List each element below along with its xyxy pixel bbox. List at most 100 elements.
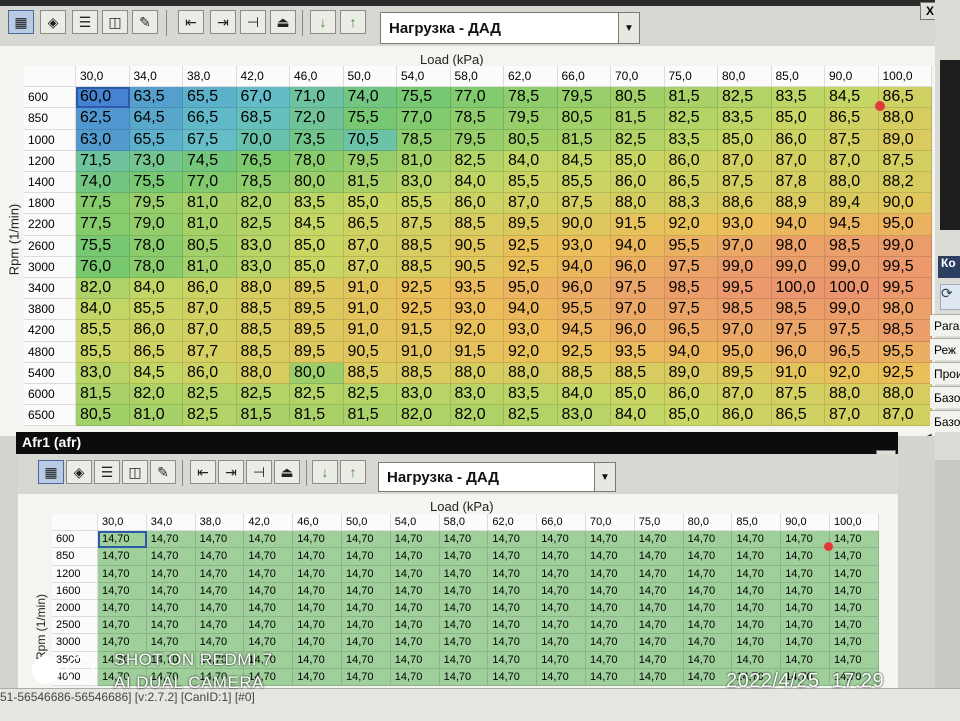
table-cell[interactable]: 93,0	[718, 214, 772, 236]
table-cell[interactable]: 82,5	[236, 214, 290, 236]
table-cell[interactable]: 14,70	[293, 565, 342, 583]
table-cell[interactable]: 14,70	[390, 651, 440, 669]
row-header[interactable]: 1600	[52, 582, 98, 600]
table-cell[interactable]: 14,70	[488, 531, 538, 549]
table-cell[interactable]: 81,0	[183, 256, 237, 278]
table-cell[interactable]: 62,5	[76, 108, 130, 130]
table-cell[interactable]: 77,0	[450, 87, 504, 109]
table-cell[interactable]: 95,5	[664, 235, 718, 257]
side-panel-item[interactable]: Базов	[930, 410, 960, 432]
table-cell[interactable]: 99,0	[825, 256, 879, 278]
chevron-down-icon[interactable]: ▼	[618, 13, 639, 43]
table-cell[interactable]: 82,5	[450, 150, 504, 172]
row-header[interactable]: 1200	[52, 565, 98, 583]
table-cell[interactable]: 63,5	[129, 87, 183, 109]
table-cell[interactable]: 85,0	[718, 129, 772, 151]
column-header[interactable]: 90,0	[781, 514, 830, 532]
table-cell[interactable]: 14,70	[537, 582, 586, 600]
table-cell[interactable]: 14,70	[830, 582, 879, 600]
table-cell[interactable]: 14,70	[488, 617, 538, 635]
table-cell[interactable]: 87,0	[504, 193, 558, 215]
row-header[interactable]: 3000	[52, 634, 98, 652]
table-cell[interactable]: 14,70	[98, 634, 147, 652]
table-cell[interactable]: 85,0	[290, 256, 344, 278]
table-cell[interactable]: 91,0	[343, 278, 397, 300]
table-cell[interactable]: 14,70	[195, 548, 245, 566]
table-cell[interactable]: 14,70	[732, 600, 782, 618]
table-cell[interactable]: 88,5	[236, 320, 290, 342]
table-cell[interactable]: 88,5	[343, 362, 397, 384]
table-cell[interactable]: 14,70	[342, 565, 391, 583]
table-cell[interactable]: 14,70	[98, 531, 147, 549]
table-cell[interactable]: 81,5	[343, 405, 397, 427]
table-cell[interactable]: 100,0	[771, 278, 825, 300]
table-cell[interactable]: 14,70	[830, 565, 879, 583]
table-cell[interactable]: 14,70	[98, 600, 147, 618]
table-cell[interactable]: 84,5	[825, 87, 879, 109]
table-cell[interactable]: 14,70	[98, 617, 147, 635]
table-cell[interactable]: 91,0	[343, 320, 397, 342]
table-cell[interactable]: 14,70	[488, 565, 538, 583]
table-cell[interactable]: 14,70	[732, 651, 782, 669]
table-cell[interactable]: 96,5	[825, 341, 879, 363]
table-cell[interactable]: 93,5	[611, 341, 665, 363]
table-cell[interactable]: 95,0	[878, 214, 932, 236]
table-cell[interactable]: 82,5	[290, 384, 344, 406]
table-cell[interactable]: 94,0	[664, 341, 718, 363]
table-cell[interactable]: 97,0	[611, 299, 665, 321]
table-cell[interactable]: 14,70	[439, 651, 489, 669]
table-cell[interactable]: 83,5	[504, 384, 558, 406]
table-cell[interactable]: 14,70	[488, 668, 538, 686]
row-header[interactable]: 1400	[24, 172, 76, 194]
table-cell[interactable]: 87,0	[771, 150, 825, 172]
table-cell[interactable]: 87,0	[718, 150, 772, 172]
table-cell[interactable]: 14,70	[390, 600, 440, 618]
table-cell[interactable]: 87,5	[825, 129, 879, 151]
table-cell[interactable]: 14,70	[293, 600, 342, 618]
table-cell[interactable]: 86,5	[771, 405, 825, 427]
refresh-icon[interactable]: ⟳	[940, 284, 960, 310]
table-cell[interactable]: 88,0	[504, 362, 558, 384]
table-cell[interactable]: 86,5	[825, 108, 879, 130]
table-cell[interactable]: 92,5	[504, 256, 558, 278]
column-header[interactable]: 46,0	[293, 514, 342, 532]
table-cell[interactable]: 65,5	[129, 129, 183, 151]
table-cell[interactable]: 87,0	[825, 150, 879, 172]
row-header[interactable]: 1200	[24, 150, 76, 172]
table-view-icon[interactable]: ▦	[8, 10, 34, 34]
table-cell[interactable]: 14,70	[683, 600, 733, 618]
table-cell[interactable]: 14,70	[439, 582, 489, 600]
table-cell[interactable]: 82,5	[664, 108, 718, 130]
table-cell[interactable]: 92,5	[397, 299, 451, 321]
table-cell[interactable]: 14,70	[537, 531, 586, 549]
table-cell[interactable]: 88,0	[878, 108, 932, 130]
table-cell[interactable]: 88,5	[397, 235, 451, 257]
table-cell[interactable]: 78,5	[450, 108, 504, 130]
split-horizontal-icon[interactable]: ☰	[72, 10, 98, 34]
table-cell[interactable]: 14,70	[390, 531, 440, 549]
table-cell[interactable]: 14,70	[146, 617, 196, 635]
table-cell[interactable]: 82,5	[183, 405, 237, 427]
table-cell[interactable]: 92,0	[504, 341, 558, 363]
table-cell[interactable]: 14,70	[195, 582, 245, 600]
table-cell[interactable]: 90,5	[343, 341, 397, 363]
table-cell[interactable]: 75,5	[76, 235, 130, 257]
table-cell[interactable]: 74,0	[76, 172, 130, 194]
table-cell[interactable]: 88,6	[718, 193, 772, 215]
table-cell[interactable]: 14,70	[830, 634, 879, 652]
table-cell[interactable]: 87,8	[771, 172, 825, 194]
column-header[interactable]: 66,0	[557, 66, 611, 88]
table-cell[interactable]: 89,5	[290, 320, 344, 342]
table-cell[interactable]: 91,5	[450, 341, 504, 363]
table-cell[interactable]: 87,0	[878, 405, 932, 427]
table-cell[interactable]: 87,0	[183, 320, 237, 342]
table-cell[interactable]: 92,0	[664, 214, 718, 236]
table-cell[interactable]: 14,70	[342, 634, 391, 652]
table-cell[interactable]: 90,0	[878, 193, 932, 215]
table-cell[interactable]: 91,0	[343, 299, 397, 321]
table-cell[interactable]: 14,70	[244, 582, 294, 600]
table-cell[interactable]: 98,5	[718, 299, 772, 321]
table-cell[interactable]: 84,0	[557, 384, 611, 406]
table-cell[interactable]: 89,5	[504, 214, 558, 236]
table-cell[interactable]: 81,5	[664, 87, 718, 109]
